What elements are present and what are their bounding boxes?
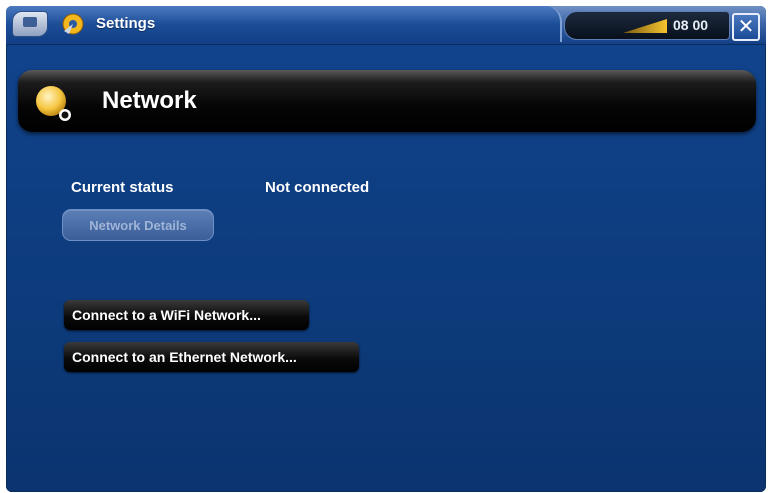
connect-wifi-button[interactable]: Connect to a WiFi Network...: [64, 300, 309, 330]
connect-ethernet-button[interactable]: Connect to an Ethernet Network...: [64, 342, 359, 372]
connect-ethernet-label: Connect to an Ethernet Network...: [72, 349, 297, 365]
page-title: Network: [102, 87, 197, 114]
close-button[interactable]: ✕: [732, 13, 760, 41]
close-icon: ✕: [737, 14, 755, 38]
section-header: Network: [18, 70, 756, 132]
home-button[interactable]: [12, 11, 48, 37]
app-title: Settings: [96, 15, 156, 32]
connect-wifi-label: Connect to a WiFi Network...: [72, 307, 261, 323]
network-icon: [36, 86, 71, 121]
current-status-value: Not connected: [265, 179, 370, 196]
top-bar: Settings 08 00 ✕: [6, 6, 766, 45]
app-title-tab: Settings: [6, 6, 562, 42]
settings-screen: Settings 08 00 ✕ Network Current status …: [6, 6, 766, 492]
settings-icon: [62, 13, 84, 35]
home-icon: [23, 17, 37, 27]
current-status-label: Current status: [71, 179, 174, 196]
network-details-label: Network Details: [89, 217, 187, 233]
signal-strength-icon: [623, 19, 667, 33]
network-details-button[interactable]: Network Details: [62, 209, 214, 241]
clock: 08 00: [673, 17, 709, 33]
status-area: 08 00: [564, 11, 730, 40]
